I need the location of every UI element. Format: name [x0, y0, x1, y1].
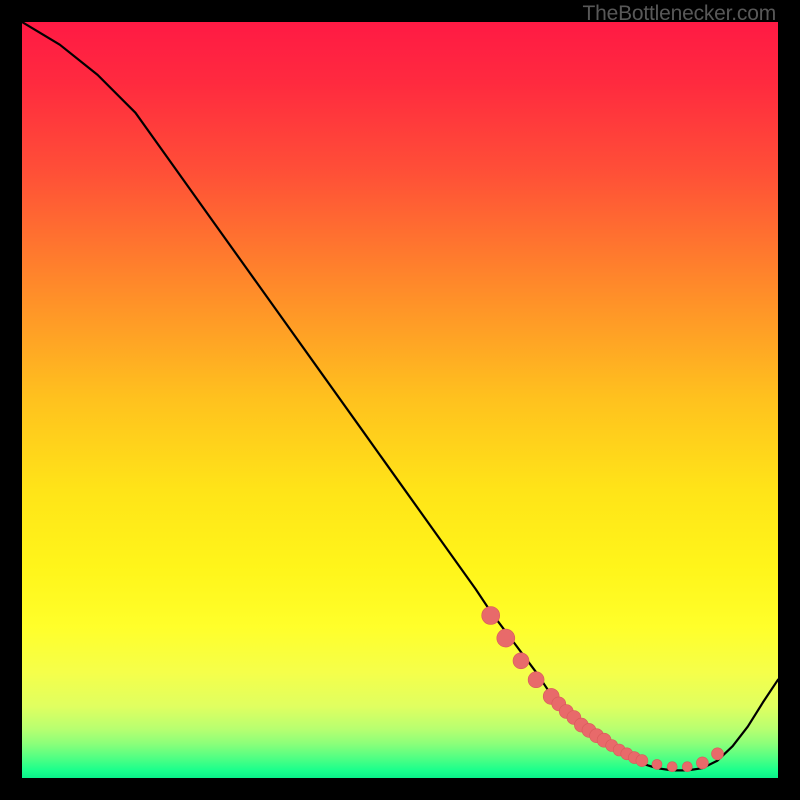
curve-marker	[528, 672, 544, 688]
curve-marker	[482, 607, 500, 625]
curve-marker	[696, 757, 708, 769]
curve-marker	[636, 755, 648, 767]
curve-marker	[513, 653, 529, 669]
chart-frame	[22, 22, 778, 778]
curve-marker	[712, 748, 724, 760]
watermark-text: TheBottlenecker.com	[583, 2, 776, 26]
gradient-bg	[22, 22, 778, 778]
curve-marker	[652, 759, 662, 769]
curve-marker	[497, 629, 515, 647]
curve-marker	[667, 762, 677, 772]
curve-marker	[682, 762, 692, 772]
bottleneck-chart	[22, 22, 778, 778]
